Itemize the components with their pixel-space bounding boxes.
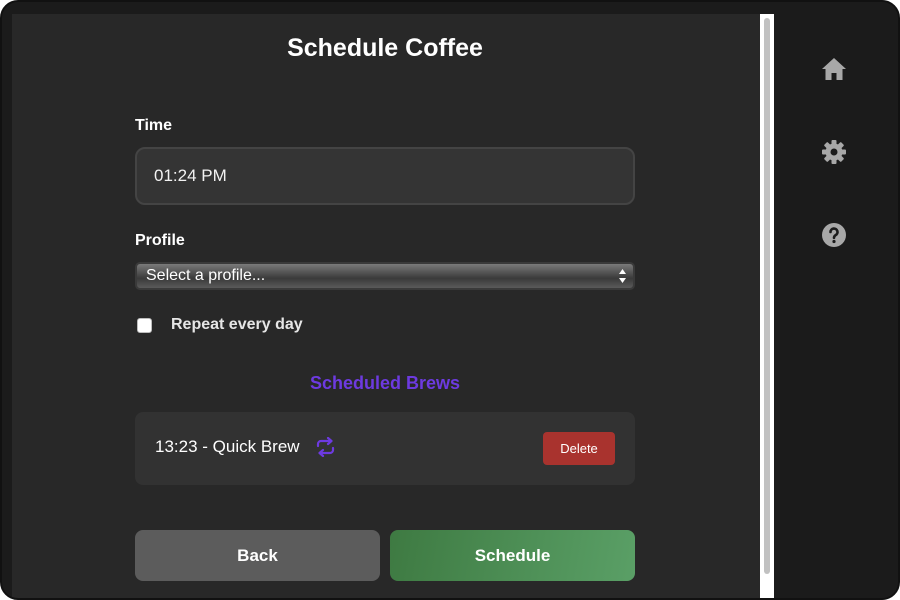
scrollbar-thumb[interactable] [764, 18, 770, 574]
repeat-label: Repeat every day [171, 316, 303, 333]
sidebar [774, 14, 898, 598]
schedule-button[interactable]: Schedule [390, 530, 635, 581]
time-input[interactable]: 01:24 PM [135, 147, 635, 205]
brew-item-text: 13:23 - Quick Brew [155, 437, 300, 456]
profile-select[interactable]: Select a profile... [135, 262, 635, 290]
home-icon[interactable] [820, 55, 848, 83]
repeat-checkbox[interactable] [137, 318, 152, 333]
profile-label: Profile [135, 232, 185, 249]
time-label: Time [135, 117, 173, 134]
schedule-panel: Schedule Coffee Time 01:24 PM Profile Se… [12, 14, 760, 598]
back-button[interactable]: Back [135, 530, 380, 581]
help-icon[interactable] [820, 221, 848, 249]
gear-icon[interactable] [820, 138, 848, 166]
page-title: Schedule Coffee [287, 34, 483, 62]
select-arrows-icon [618, 266, 627, 286]
profile-select-value: Select a profile... [146, 267, 266, 284]
scheduled-brews-title: Scheduled Brews [309, 373, 461, 393]
list-item: 13:23 - Quick Brew Delete [135, 412, 635, 485]
delete-button[interactable]: Delete [543, 432, 615, 465]
scrollbar[interactable] [760, 14, 774, 598]
app-window: Schedule Coffee Time 01:24 PM Profile Se… [0, 0, 900, 600]
repeat-icon [315, 436, 336, 458]
